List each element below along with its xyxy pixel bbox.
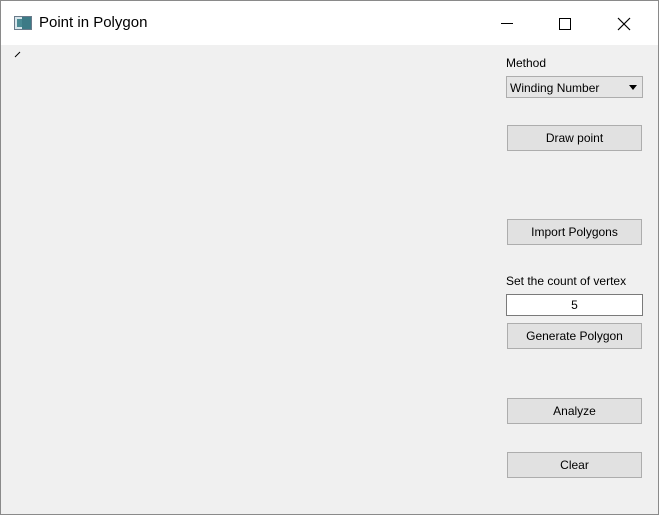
close-icon — [617, 17, 631, 31]
window-title: Point in Polygon — [39, 14, 148, 31]
vertex-count-label: Set the count of vertex — [506, 274, 627, 288]
minimize-icon — [501, 23, 513, 24]
method-select-value: Winding Number — [510, 81, 600, 95]
import-polygons-button[interactable]: Import Polygons — [507, 219, 642, 245]
title-bar[interactable]: Point in Polygon — [1, 1, 658, 45]
drawing-canvas[interactable] — [4, 45, 494, 511]
method-select[interactable]: Winding Number — [506, 76, 643, 98]
close-button[interactable] — [595, 1, 653, 45]
chevron-down-icon — [629, 85, 637, 90]
vertex-count-input[interactable] — [506, 294, 643, 316]
analyze-button[interactable]: Analyze — [507, 398, 642, 424]
maximize-button[interactable] — [537, 1, 595, 45]
cursor-mark-icon — [14, 51, 21, 58]
maximize-icon — [559, 18, 571, 30]
generate-polygon-button[interactable]: Generate Polygon — [507, 323, 642, 349]
minimize-button[interactable] — [479, 1, 537, 45]
main-window: Point in Polygon Method Winding Number D… — [0, 0, 659, 515]
app-icon — [14, 16, 32, 30]
draw-point-button[interactable]: Draw point — [507, 125, 642, 151]
method-label: Method — [506, 56, 547, 70]
clear-button[interactable]: Clear — [507, 452, 642, 478]
